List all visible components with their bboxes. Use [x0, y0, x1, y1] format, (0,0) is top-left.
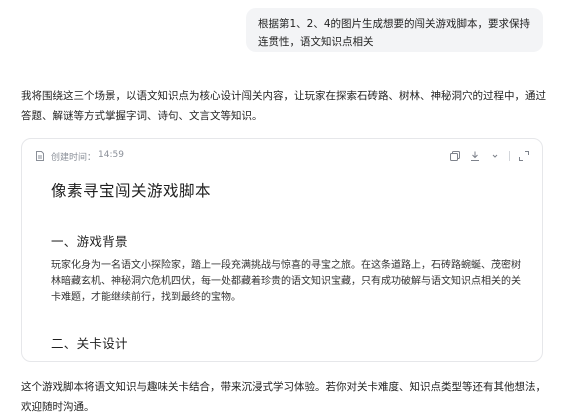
- section-heading-levels: 二、关卡设计: [51, 336, 128, 351]
- created-time: 创建时间： 14:59: [51, 150, 124, 163]
- document-title: 像素寻宝闯关游戏脚本: [51, 182, 212, 200]
- document-actions: [449, 150, 530, 162]
- copy-icon[interactable]: [449, 150, 461, 162]
- user-message-bubble: 根据第1、2、4的图片生成想要的闯关游戏脚本，要求保持连贯性，语文知识点相关: [246, 8, 543, 52]
- divider: [509, 151, 510, 161]
- assistant-intro: 我将围绕这三个场景，以语文知识点为核心设计闯关内容，让玩家在探索石砖路、树林、神…: [21, 90, 546, 122]
- document-card[interactable]: 创建时间： 14:59 像素寻宝闯关游戏脚本 一、游戏背景 玩家化身为一名语文小…: [21, 138, 543, 362]
- created-time-value: 14:59: [98, 149, 124, 160]
- created-label: 创建时间：: [51, 152, 97, 163]
- document-header: 创建时间： 14:59: [34, 148, 530, 164]
- section-body-background: 玩家化身为一名语文小探险家，踏上一段充满挑战与惊喜的寻宝之旅。在这条道路上，石砖…: [51, 260, 521, 303]
- section-heading-background: 一、游戏背景: [51, 234, 128, 249]
- assistant-outro: 这个游戏脚本将语文知识与趣味关卡结合，带来沉浸式学习体验。若你对关卡难度、知识点…: [21, 381, 546, 413]
- download-icon[interactable]: [469, 150, 481, 162]
- user-message-text: 根据第1、2、4的图片生成想要的闯关游戏脚本，要求保持连贯性，语文知识点相关: [258, 18, 531, 48]
- chevron-down-icon[interactable]: [489, 150, 501, 162]
- expand-icon[interactable]: [518, 150, 530, 162]
- document-icon: [36, 151, 44, 161]
